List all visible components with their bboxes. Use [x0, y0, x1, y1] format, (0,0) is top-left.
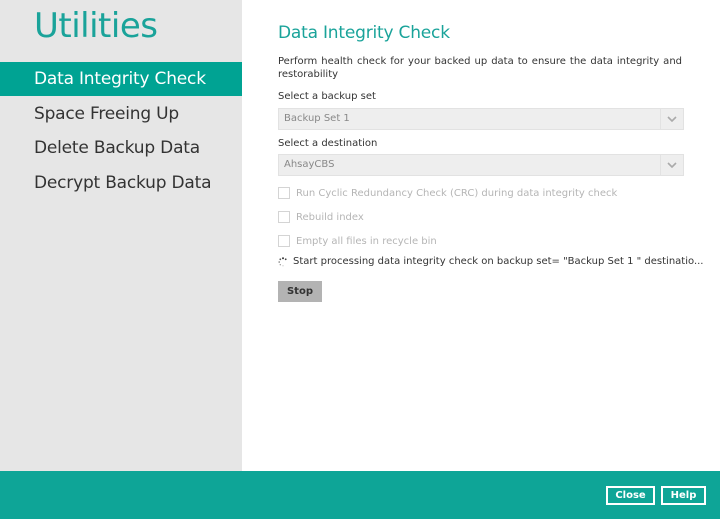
option-rebuild-index[interactable]: Rebuild index	[278, 211, 364, 223]
destination-label: Select a destination	[278, 138, 378, 149]
sidebar-item-delete-backup-data[interactable]: Delete Backup Data	[0, 131, 242, 165]
crc-label: Run Cyclic Redundancy Check (CRC) during…	[296, 187, 618, 199]
sidebar-item-decrypt-backup-data[interactable]: Decrypt Backup Data	[0, 166, 242, 200]
option-crc[interactable]: Run Cyclic Redundancy Check (CRC) during…	[278, 187, 617, 199]
sidebar: Utilities Data Integrity Check Space Fre…	[0, 0, 242, 471]
option-empty-recycle-bin[interactable]: Empty all files in recycle bin	[278, 235, 437, 247]
stop-button[interactable]: Stop	[278, 281, 322, 302]
backup-set-select[interactable]: Backup Set 1	[278, 108, 684, 130]
destination-value: AhsayCBS	[284, 159, 335, 170]
help-button[interactable]: Help	[661, 486, 706, 505]
page-title: Data Integrity Check	[278, 23, 450, 43]
rebuild-index-checkbox[interactable]	[278, 211, 290, 223]
crc-checkbox[interactable]	[278, 187, 290, 199]
main-panel: Data Integrity Check Perform health chec…	[242, 0, 720, 471]
sidebar-item-data-integrity-check[interactable]: Data Integrity Check	[0, 62, 242, 96]
loading-spinner-icon	[278, 256, 287, 266]
status-row: Start processing data integrity check on…	[278, 256, 703, 267]
backup-set-label: Select a backup set	[278, 91, 376, 102]
rebuild-index-label: Rebuild index	[296, 211, 364, 223]
sidebar-title: Utilities	[34, 6, 158, 46]
footer-bar: Close Help	[0, 471, 720, 519]
destination-select[interactable]: AhsayCBS	[278, 154, 684, 176]
empty-recycle-bin-checkbox[interactable]	[278, 235, 290, 247]
chevron-down-icon[interactable]	[660, 109, 683, 129]
status-text: Start processing data integrity check on…	[293, 256, 704, 267]
backup-set-value: Backup Set 1	[284, 113, 350, 124]
close-button[interactable]: Close	[606, 486, 655, 505]
empty-recycle-bin-label: Empty all files in recycle bin	[296, 235, 437, 247]
sidebar-item-space-freeing-up[interactable]: Space Freeing Up	[0, 97, 242, 131]
chevron-down-icon[interactable]	[660, 155, 683, 175]
page-description: Perform health check for your backed up …	[278, 56, 682, 80]
